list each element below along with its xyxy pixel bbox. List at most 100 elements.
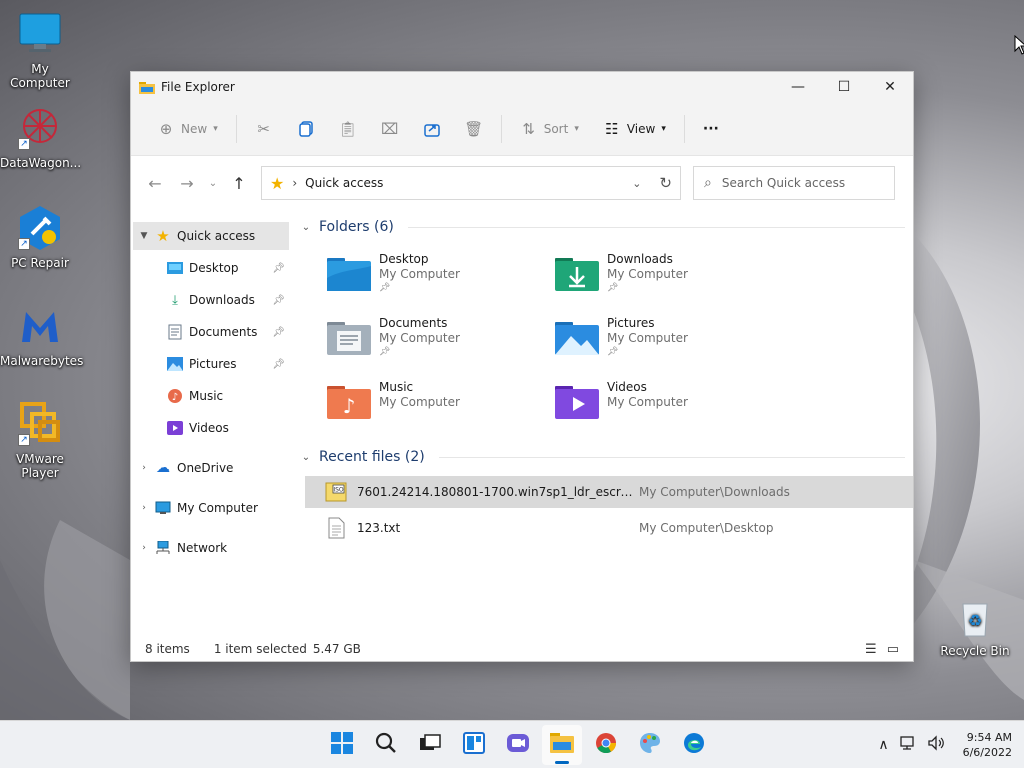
new-button[interactable]: ⊕ New ▾ xyxy=(145,112,230,146)
address-bar[interactable]: ★ › Quick access ⌄ ↻ xyxy=(261,166,681,200)
rename-button[interactable]: ⌧ xyxy=(369,112,411,146)
back-button[interactable]: ← xyxy=(139,168,171,198)
file-location: My Computer\Downloads xyxy=(639,485,790,499)
clipboard-icon: 📋︎ xyxy=(338,119,358,138)
speaker-icon[interactable] xyxy=(927,734,945,755)
widgets-button[interactable] xyxy=(454,725,494,765)
file-name: 123.txt xyxy=(357,521,401,535)
downloads-folder-icon xyxy=(555,256,599,292)
network-icon[interactable] xyxy=(899,735,917,755)
folder-location: My Computer xyxy=(379,267,460,281)
folder-tile-videos[interactable]: Videos My Computer xyxy=(555,380,783,434)
chevron-right-icon[interactable]: › xyxy=(133,543,155,553)
folders-section-header[interactable]: ⌄ Folders (6) xyxy=(299,212,913,242)
file-explorer-window: File Explorer — ☐ ✕ ⊕ New ▾ ✂ 📋︎ ⌧ 🗑︎ ⇅ … xyxy=(130,71,914,662)
file-explorer-taskbar-button[interactable] xyxy=(542,724,582,765)
recent-files-section-header[interactable]: ⌄ Recent files (2) xyxy=(299,442,913,472)
arrow-up-icon: ↑ xyxy=(232,173,246,193)
chevron-right-icon[interactable]: › xyxy=(133,463,155,473)
sidebar-item-pictures[interactable]: Pictures 📌︎ xyxy=(133,350,289,378)
recent-file-row[interactable]: 123.txt My Computer\Desktop xyxy=(305,512,913,544)
search-input[interactable] xyxy=(721,176,872,190)
edge-button[interactable] xyxy=(674,725,714,765)
svg-text:ISO: ISO xyxy=(333,487,344,494)
mouse-cursor-icon xyxy=(1014,35,1024,55)
folder-tile-pictures[interactable]: Pictures My Computer 📌︎ xyxy=(555,316,783,370)
details-view-icon[interactable]: ☰ xyxy=(865,642,877,657)
chevron-down-icon: ⌄ xyxy=(301,451,311,463)
sidebar-item-label: My Computer xyxy=(177,501,258,515)
tiles-view-icon[interactable]: ▭ xyxy=(887,642,899,657)
chrome-button[interactable] xyxy=(586,725,626,765)
desktop-icon-malwarebytes[interactable]: Malwarebytes xyxy=(0,302,83,368)
desktop-icon-my-computer[interactable]: My Computer xyxy=(0,10,80,90)
sidebar-item-network[interactable]: › Network xyxy=(133,534,289,562)
svg-text:♪: ♪ xyxy=(343,394,356,418)
folder-tile-downloads[interactable]: Downloads My Computer 📌︎ xyxy=(555,252,783,306)
monitor-icon xyxy=(155,500,171,516)
vmware-icon: ↗ xyxy=(16,400,64,448)
malwarebytes-icon xyxy=(16,302,64,350)
desktop-icon-pc-repair[interactable]: ↗ PC Repair xyxy=(0,204,80,270)
view-button[interactable]: ☷ View ▾ xyxy=(591,112,678,146)
music-icon: ♪ xyxy=(167,388,183,404)
pin-icon: 📌︎ xyxy=(272,326,285,338)
chat-button[interactable] xyxy=(498,725,538,765)
sort-button[interactable]: ⇅ Sort ▾ xyxy=(508,112,591,146)
paint-button[interactable] xyxy=(630,725,670,765)
folder-tile-music[interactable]: ♪ Music My Computer xyxy=(327,380,555,434)
sidebar-item-my-computer[interactable]: › My Computer xyxy=(133,494,289,522)
sort-label: Sort xyxy=(543,121,569,136)
address-dropdown-icon[interactable]: ⌄ xyxy=(632,177,641,190)
edge-icon xyxy=(683,732,705,757)
start-button[interactable] xyxy=(322,725,362,765)
refresh-icon[interactable]: ↻ xyxy=(659,174,672,192)
sidebar-item-label: OneDrive xyxy=(177,461,234,475)
recent-locations-button[interactable]: ⌄ xyxy=(203,168,223,198)
sidebar-item-documents[interactable]: Documents 📌︎ xyxy=(133,318,289,346)
up-button[interactable]: ↑ xyxy=(223,168,255,198)
sidebar-item-onedrive[interactable]: › ☁ OneDrive xyxy=(133,454,289,482)
sort-icon: ⇅ xyxy=(522,119,535,138)
desktop-icon-datawagon[interactable]: ↗ DataWagon... xyxy=(0,104,81,170)
search-box[interactable]: ⌕ xyxy=(693,166,895,200)
maximize-button[interactable]: ☐ xyxy=(821,72,867,102)
sidebar-item-downloads[interactable]: ⤓ Downloads 📌︎ xyxy=(133,286,289,314)
share-icon xyxy=(423,120,441,138)
svg-text:♻: ♻ xyxy=(968,611,982,630)
copy-button[interactable] xyxy=(285,112,327,146)
close-button[interactable]: ✕ xyxy=(867,72,913,102)
desktop-folder-icon xyxy=(327,256,371,292)
task-view-button[interactable] xyxy=(410,725,450,765)
sidebar-item-quick-access[interactable]: ▼ ★ Quick access xyxy=(133,222,289,250)
folder-tile-desktop[interactable]: Desktop My Computer 📌︎ xyxy=(327,252,555,306)
chevron-up-icon[interactable]: ∧ xyxy=(878,737,888,753)
title-bar[interactable]: File Explorer — ☐ ✕ xyxy=(131,72,913,102)
sidebar-item-music[interactable]: ♪ Music xyxy=(133,382,289,410)
sidebar-item-desktop[interactable]: Desktop 📌︎ xyxy=(133,254,289,282)
video-icon xyxy=(167,420,183,436)
more-options-button[interactable]: ··· xyxy=(691,112,731,146)
clock-time: 9:54 AM xyxy=(966,730,1012,744)
recent-file-row[interactable]: ISO 7601.24214.180801-1700.win7sp1_ldr_e… xyxy=(305,476,913,508)
delete-button[interactable]: 🗑︎ xyxy=(453,112,495,146)
navigation-bar: ← → ⌄ ↑ ★ › Quick access ⌄ ↻ ⌕ xyxy=(131,156,913,210)
share-button[interactable] xyxy=(411,112,453,146)
minimize-button[interactable]: — xyxy=(775,72,821,102)
address-path[interactable]: Quick access xyxy=(305,176,632,190)
pin-icon: 📌︎ xyxy=(272,262,285,274)
forward-button[interactable]: → xyxy=(171,168,203,198)
search-button[interactable] xyxy=(366,725,406,765)
chevron-right-icon[interactable]: › xyxy=(133,503,155,513)
folder-location: My Computer xyxy=(379,395,460,409)
cut-button[interactable]: ✂ xyxy=(243,112,285,146)
pictures-folder-icon xyxy=(555,320,599,356)
sidebar-item-videos[interactable]: Videos xyxy=(133,414,289,442)
desktop-icon-recycle-bin[interactable]: ♻ Recycle Bin xyxy=(935,598,1015,658)
clock[interactable]: 9:54 AM 6/6/2022 xyxy=(963,730,1012,760)
sidebar-item-label: Music xyxy=(189,389,224,403)
paste-button[interactable]: 📋︎ xyxy=(327,112,369,146)
folder-tile-documents[interactable]: Documents My Computer 📌︎ xyxy=(327,316,555,370)
chevron-down-icon[interactable]: ▼ xyxy=(133,231,155,241)
desktop-icon-vmware[interactable]: ↗ VMware Player xyxy=(0,400,80,480)
